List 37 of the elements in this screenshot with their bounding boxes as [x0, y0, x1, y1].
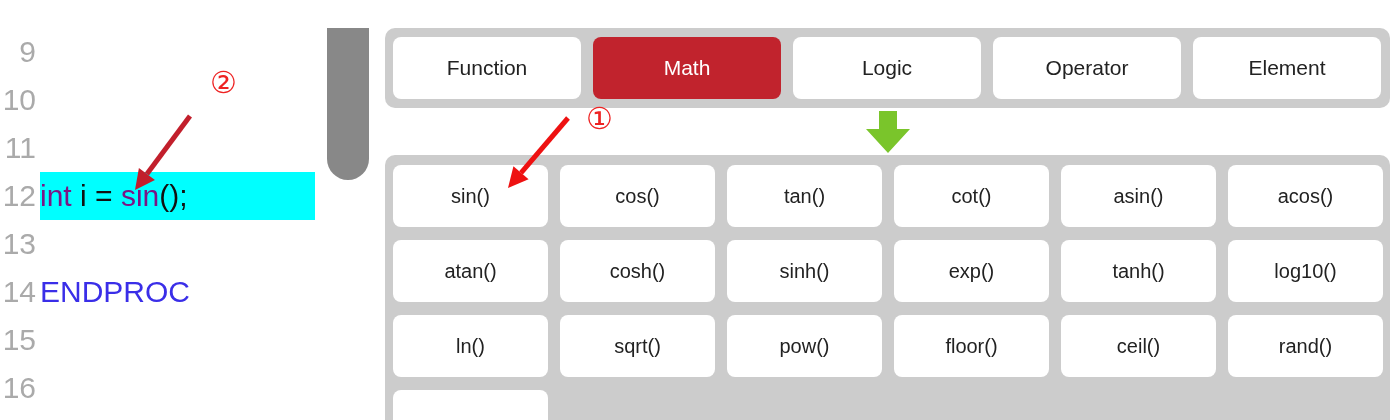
scrollbar-thumb[interactable]: [327, 28, 369, 180]
pointer-arrow: [508, 116, 570, 188]
line-number: 14: [1, 275, 37, 309]
function-button[interactable]: rand(): [1228, 315, 1383, 377]
line-number: 15: [1, 323, 37, 357]
line-number: 9: [18, 35, 37, 69]
line-number: 12: [1, 179, 37, 213]
function-button[interactable]: sqrt(): [560, 315, 715, 377]
function-button[interactable]: asin(): [1061, 165, 1216, 227]
line-number: 16: [1, 371, 37, 405]
down-arrow-icon: [865, 110, 910, 153]
category-tab[interactable]: Function: [393, 37, 581, 99]
category-tab[interactable]: Logic: [793, 37, 981, 99]
line-number: 11: [3, 131, 37, 165]
line-number: 13: [1, 227, 37, 261]
step-number: ②: [210, 68, 237, 98]
function-button[interactable]: cos(): [560, 165, 715, 227]
line-number: 10: [1, 83, 37, 117]
category-tab[interactable]: Math: [593, 37, 781, 99]
function-button[interactable]: atan(): [393, 240, 548, 302]
function-button[interactable]: cosh(): [560, 240, 715, 302]
function-button[interactable]: ln(): [393, 315, 548, 377]
function-button[interactable]: tan(): [727, 165, 882, 227]
function-button[interactable]: sin(): [393, 165, 548, 227]
function-button[interactable]: log10(): [1228, 240, 1383, 302]
function-button[interactable]: tanh(): [1061, 240, 1216, 302]
function-button[interactable]: sinh(): [727, 240, 882, 302]
function-button[interactable]: pow(): [727, 315, 882, 377]
category-tab[interactable]: Operator: [993, 37, 1181, 99]
function-button[interactable]: exp(): [894, 240, 1049, 302]
function-button[interactable]: floor(): [894, 315, 1049, 377]
code-line: ENDPROC: [40, 274, 190, 310]
step-number: ①: [586, 104, 613, 134]
function-button[interactable]: ceil(): [1061, 315, 1216, 377]
category-tab[interactable]: Element: [1193, 37, 1381, 99]
function-button[interactable]: acos(): [1228, 165, 1383, 227]
function-button[interactable]: cot(): [894, 165, 1049, 227]
